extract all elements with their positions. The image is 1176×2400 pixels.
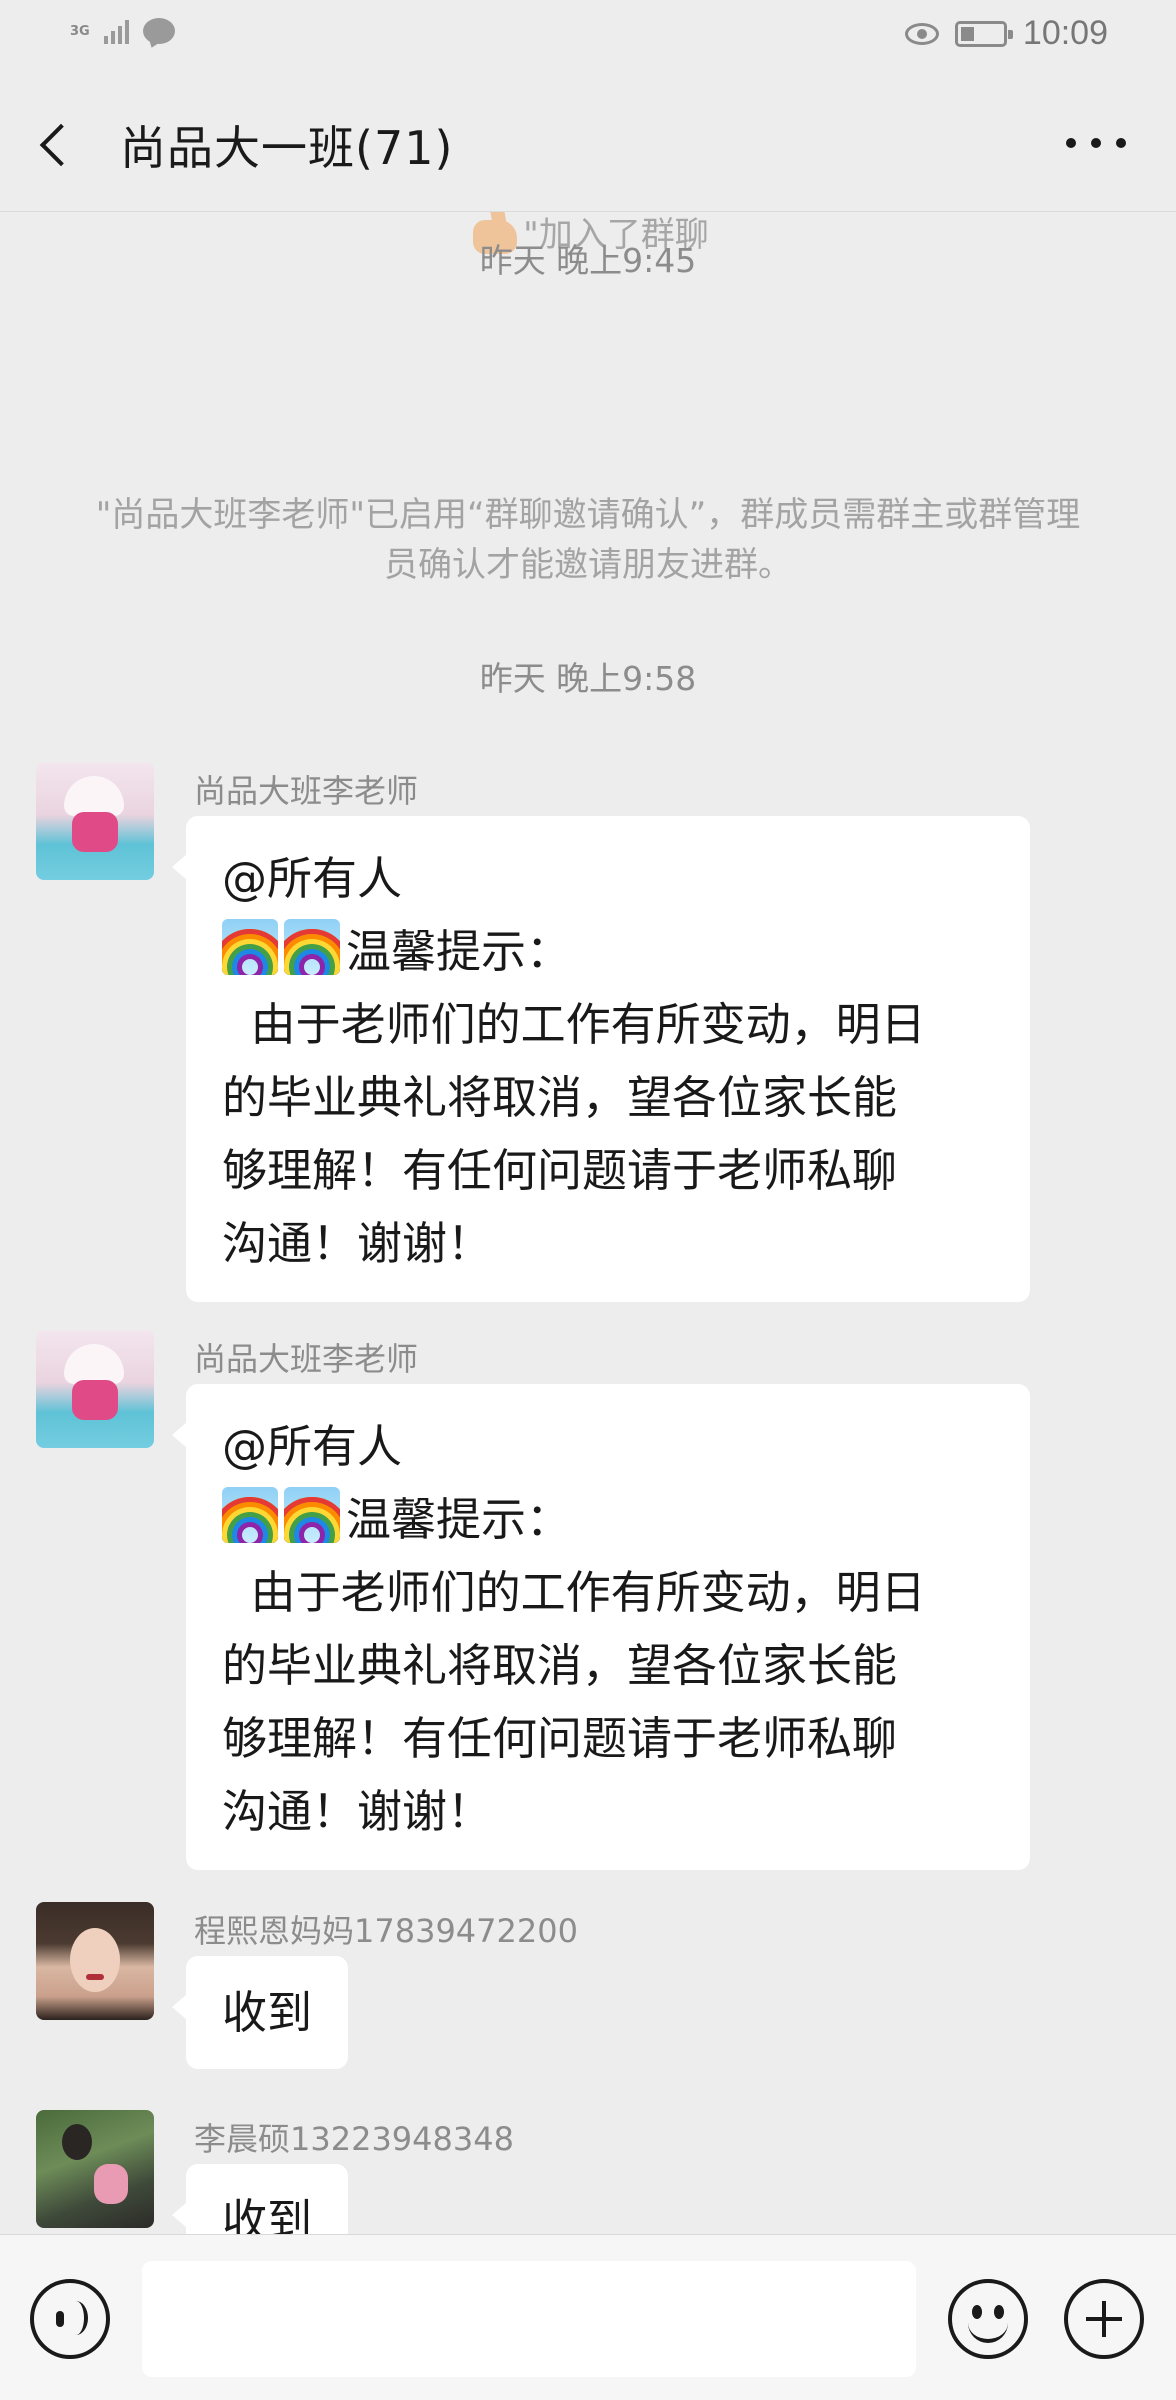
message-line: 沟通！谢谢！ xyxy=(222,1217,493,1270)
chat-header: 尚品大一班(71) xyxy=(0,72,1176,212)
avatar[interactable] xyxy=(36,1902,154,2020)
message-bubble[interactable]: 收到 xyxy=(171,2164,349,2234)
plus-icon[interactable] xyxy=(1064,2279,1144,2359)
rainbow-icon xyxy=(284,919,340,975)
message-bubble[interactable]: 收到 xyxy=(171,1956,349,2069)
message-line: 收到 xyxy=(222,1986,313,2039)
sender-name: 程熙恩妈妈17839472200 xyxy=(194,1912,578,1950)
message-notification-icon xyxy=(142,18,175,44)
message-line: 收到 xyxy=(222,2194,313,2234)
message-input[interactable] xyxy=(142,2261,916,2377)
voice-icon[interactable] xyxy=(30,2279,110,2359)
message-line: 由于老师们的工作有所变动，明日 xyxy=(222,1566,926,1619)
battery-icon xyxy=(954,20,1013,47)
status-time: 10:09 xyxy=(1022,14,1108,52)
avatar[interactable] xyxy=(36,762,154,880)
status-bar: 3G 10:09 xyxy=(0,0,1176,72)
dot-icon xyxy=(1091,138,1101,148)
message-line: 温馨提示： xyxy=(222,915,994,988)
back-button[interactable] xyxy=(30,108,90,178)
more-options-button[interactable] xyxy=(1066,128,1126,158)
sender-name: 尚品大班李老师 xyxy=(194,772,419,810)
status-left: 3G xyxy=(70,18,175,44)
message-line: @所有人 xyxy=(222,1420,403,1473)
status-right: 10:09 xyxy=(904,14,1108,53)
system-notice: "尚品大班李老师"已启用“群聊邀请确认”，群成员需群主或群管理员确认才能邀请朋友… xyxy=(95,495,1081,585)
message-bubble[interactable]: @所有人 温馨提示： 由于老师们的工作有所变动，明日 的毕业典礼将取消，望各位家… xyxy=(172,1384,1030,1870)
sender-name: 李晨硕13223948348 xyxy=(194,2120,514,2158)
message-line: 温馨提示： xyxy=(222,1483,994,1556)
timestamp: 昨天 晚上9:58 xyxy=(479,659,697,698)
rainbow-icon xyxy=(284,1487,340,1543)
sender-name: 尚品大班李老师 xyxy=(194,1340,419,1378)
message-line: 的毕业典礼将取消，望各位家长能 xyxy=(222,1639,898,1692)
timestamp: 昨天 晚上9:45 xyxy=(479,241,697,280)
eye-comfort-icon xyxy=(904,22,939,45)
message-line: 够理解！有任何问题请于老师私聊 xyxy=(222,1712,898,1765)
avatar[interactable] xyxy=(36,2110,154,2228)
message-bubble[interactable]: @所有人 温馨提示： 由于老师们的工作有所变动，明日 的毕业典礼将取消，望各位家… xyxy=(172,816,1030,1302)
rainbow-icon xyxy=(222,919,278,975)
message-line: 的毕业典礼将取消，望各位家长能 xyxy=(222,1071,898,1124)
input-bar xyxy=(0,2234,1176,2400)
message-line: 沟通！谢谢！ xyxy=(222,1785,493,1838)
message-line: 够理解！有任何问题请于老师私聊 xyxy=(222,1144,898,1197)
dot-icon xyxy=(1116,138,1126,148)
signal-icon xyxy=(103,18,129,44)
message-line: 由于老师们的工作有所变动，明日 xyxy=(222,998,926,1051)
network-type: 3G xyxy=(70,23,90,39)
message-line: @所有人 xyxy=(222,852,403,905)
avatar[interactable] xyxy=(36,1330,154,1448)
rainbow-icon xyxy=(222,1487,278,1543)
dot-icon xyxy=(1066,138,1076,148)
chat-area[interactable]: "加入了群聊 昨天 晚上9:45 "尚品大班李老师"已启用“群聊邀请确认”，群成… xyxy=(0,212,1176,2234)
emoji-icon[interactable] xyxy=(948,2279,1028,2359)
chat-title: 尚品大一班(71) xyxy=(120,121,454,175)
